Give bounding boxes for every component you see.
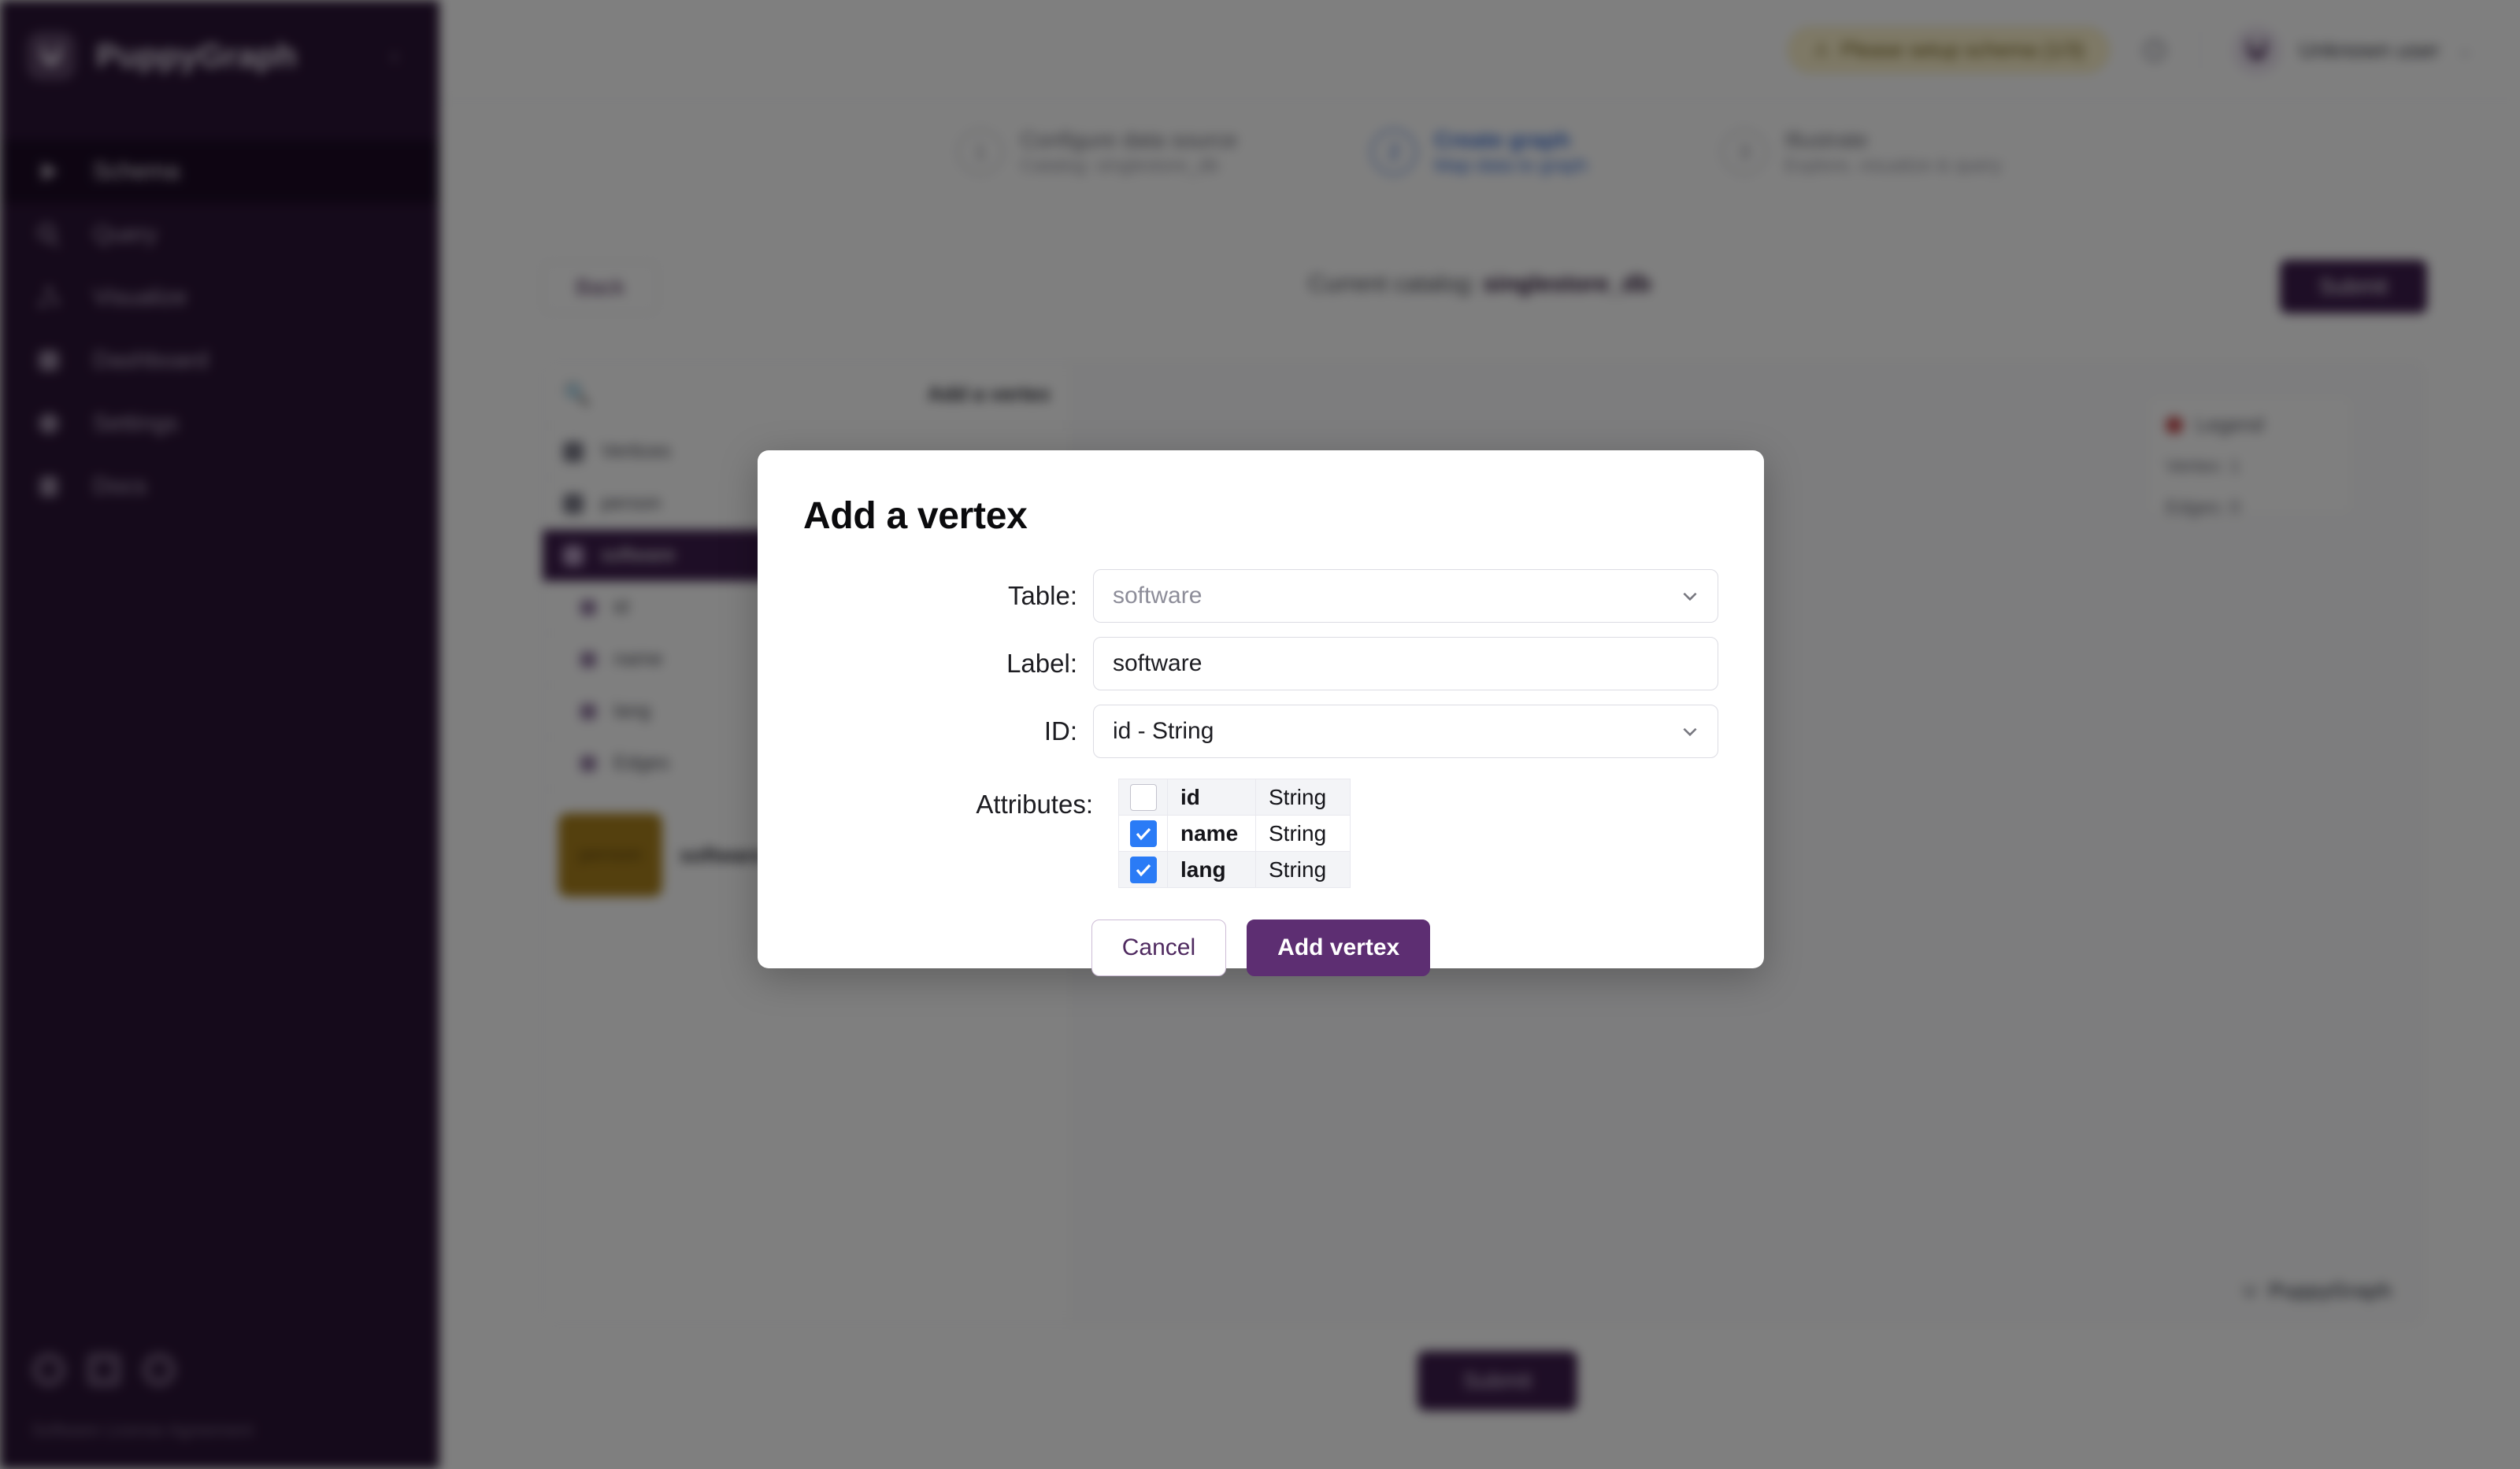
- attributes-label: Attributes:: [976, 790, 1093, 819]
- label-field-row: Label: software: [803, 637, 1718, 690]
- table-row[interactable]: lang String: [1118, 851, 1351, 888]
- label-input-value: software: [1113, 650, 1203, 676]
- dialog-actions: Cancel Add vertex: [803, 920, 1718, 976]
- add-vertex-form: Table: software Label: software ID: id -…: [803, 569, 1718, 976]
- table-select-value: software: [1113, 583, 1203, 609]
- checkbox-unchecked-icon[interactable]: [1129, 783, 1157, 811]
- attribute-name: id: [1167, 779, 1256, 816]
- attribute-type: String: [1255, 851, 1351, 888]
- table-row[interactable]: name String: [1118, 815, 1351, 852]
- attribute-type: String: [1255, 779, 1351, 816]
- attributes-table: id String name String lang String: [1118, 779, 1351, 888]
- id-field-label: ID:: [1043, 716, 1077, 746]
- chevron-down-icon[interactable]: [1680, 586, 1700, 606]
- label-input[interactable]: software: [1093, 637, 1718, 690]
- table-row[interactable]: id String: [1118, 779, 1351, 816]
- label-field-label: Label:: [1006, 649, 1077, 678]
- attribute-type: String: [1255, 815, 1351, 852]
- attribute-checkbox-cell[interactable]: [1118, 851, 1168, 888]
- cancel-button[interactable]: Cancel: [1091, 920, 1227, 976]
- attributes-row: Attributes: id String name String lang S…: [803, 779, 1718, 888]
- checkbox-checked-icon[interactable]: [1129, 820, 1157, 847]
- add-vertex-button[interactable]: Add vertex: [1247, 920, 1431, 976]
- attribute-name: lang: [1167, 851, 1256, 888]
- table-field-row: Table: software: [803, 569, 1718, 623]
- dialog-title: Add a vertex: [803, 495, 1028, 537]
- id-select-value: id - String: [1113, 718, 1214, 744]
- id-field-row: ID: id - String: [803, 705, 1718, 758]
- attribute-name: name: [1167, 815, 1256, 852]
- table-field-label: Table:: [1007, 581, 1077, 610]
- table-select[interactable]: software: [1093, 569, 1718, 623]
- checkbox-checked-icon[interactable]: [1129, 856, 1157, 883]
- id-select[interactable]: id - String: [1093, 705, 1718, 758]
- chevron-down-icon[interactable]: [1680, 721, 1700, 742]
- attribute-checkbox-cell[interactable]: [1118, 815, 1168, 852]
- add-vertex-dialog: Add a vertex Table: software Label: soft…: [758, 450, 1764, 976]
- attribute-checkbox-cell[interactable]: [1118, 779, 1168, 816]
